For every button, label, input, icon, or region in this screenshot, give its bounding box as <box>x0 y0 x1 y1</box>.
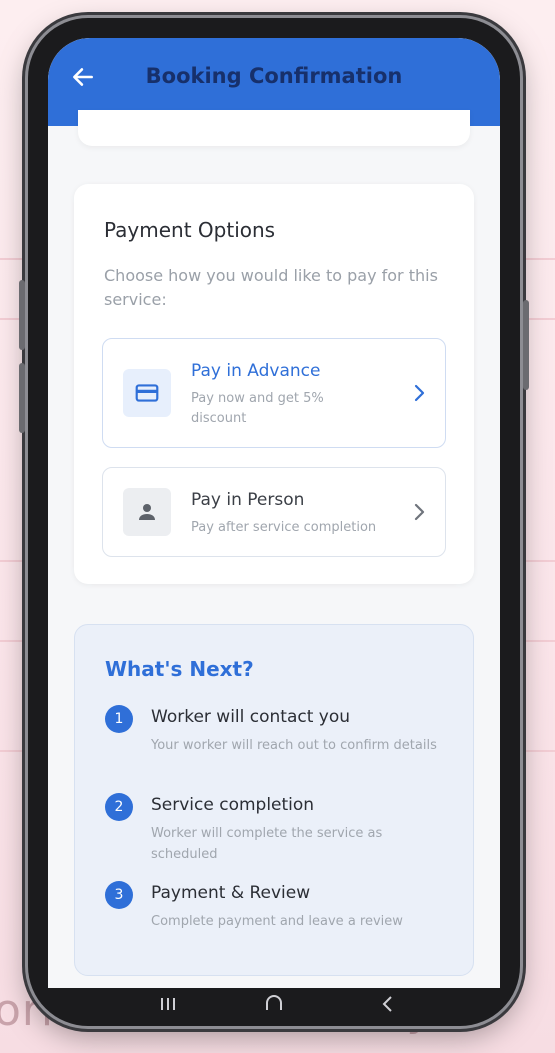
step-description: Worker will complete the service as sche… <box>151 826 383 862</box>
volume-button <box>19 363 25 433</box>
whats-next-card: What's Next? 1 Worker will contact you Y… <box>74 624 474 976</box>
step-title: Payment & Review <box>151 883 311 903</box>
payment-options-description: Choose how you would like to pay for thi… <box>104 266 438 309</box>
scroll-content[interactable]: Payment Options Choose how you would lik… <box>48 110 500 988</box>
credit-card-icon <box>123 369 171 417</box>
option-subtitle: Pay now and get 5% discount <box>191 391 324 426</box>
volume-button <box>19 280 25 350</box>
pay-in-advance-option[interactable]: Pay in Advance Pay now and get 5% discou… <box>102 338 446 448</box>
step-number-badge: 1 <box>105 705 133 733</box>
phone-screen: Booking Confirmation Payment Options Cho… <box>48 38 500 988</box>
step-number-badge: 2 <box>105 793 133 821</box>
chevron-right-icon <box>414 503 425 521</box>
step-title: Worker will contact you <box>151 707 351 727</box>
option-label: Pay in Advance <box>191 361 321 381</box>
system-navigation-bar <box>48 988 500 1026</box>
option-label: Pay in Person <box>191 490 305 510</box>
chevron-right-icon <box>414 384 425 402</box>
previous-card-edge <box>78 110 470 146</box>
page-title: Booking Confirmation <box>145 64 403 88</box>
home-icon[interactable] <box>264 994 284 1014</box>
step-title: Service completion <box>151 795 315 815</box>
back-icon[interactable] <box>378 994 398 1014</box>
step-description: Complete payment and leave a review <box>151 914 403 929</box>
recent-apps-icon[interactable] <box>158 994 178 1014</box>
option-subtitle: Pay after service completion <box>191 520 377 535</box>
pay-in-person-option[interactable]: Pay in Person Pay after service completi… <box>102 467 446 557</box>
step-number-badge: 3 <box>105 881 133 909</box>
phone-frame: Booking Confirmation Payment Options Cho… <box>19 18 529 1026</box>
whats-next-title: What's Next? <box>105 657 254 681</box>
payment-options-card: Payment Options Choose how you would lik… <box>74 184 474 584</box>
payment-options-title: Payment Options <box>104 218 276 242</box>
person-icon <box>123 488 171 536</box>
power-button <box>523 300 529 390</box>
step-description: Your worker will reach out to confirm de… <box>151 738 437 753</box>
